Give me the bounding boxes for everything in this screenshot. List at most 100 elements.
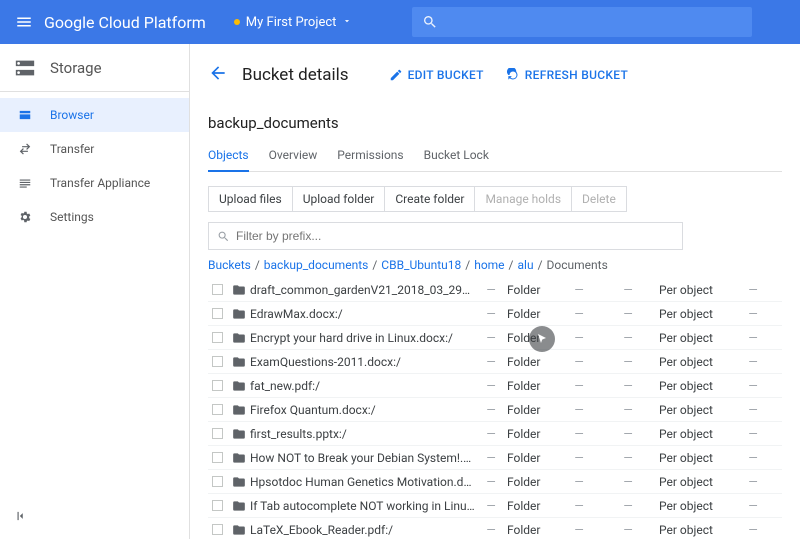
product-name: Google Cloud Platform — [44, 13, 206, 32]
object-type: Folder — [507, 379, 561, 393]
object-type: Folder — [507, 283, 561, 297]
folder-icon — [232, 523, 250, 537]
sidebar-item-label: Settings — [50, 210, 94, 224]
collapse-sidebar-icon[interactable] — [14, 509, 28, 527]
table-row: Encrypt your hard drive in Linux.docx:/—… — [208, 326, 782, 350]
search-box[interactable] — [412, 7, 752, 37]
table-row: first_results.pptx:/—Folder——Per object— — [208, 422, 782, 446]
object-toolbar: Upload filesUpload folderCreate folderMa… — [208, 186, 782, 212]
tab-objects[interactable]: Objects — [208, 140, 249, 172]
cell-dash: — — [561, 307, 597, 321]
table-row: EdrawMax.docx:/—Folder——Per object— — [208, 302, 782, 326]
cell-dash: — — [597, 451, 659, 465]
upload-files-button[interactable]: Upload files — [208, 186, 293, 212]
object-name[interactable]: fat_new.pdf:/ — [250, 379, 475, 393]
breadcrumb-link[interactable]: alu — [518, 258, 534, 272]
object-name[interactable]: Encrypt your hard drive in Linux.docx:/ — [250, 331, 475, 345]
tab-overview[interactable]: Overview — [269, 140, 318, 171]
storage-class: Per object — [659, 379, 739, 393]
object-table: draft_common_gardenV21_2018_03_29_JRS...… — [208, 278, 782, 539]
mouse-cursor-indicator — [529, 326, 555, 352]
filter-box[interactable] — [208, 222, 683, 250]
object-name[interactable]: Hpsotdoc Human Genetics Motivation.docx:… — [250, 475, 475, 489]
page-header: Bucket details EDIT BUCKET REFRESH BUCKE… — [208, 58, 782, 92]
project-selector[interactable]: My First Project — [234, 15, 353, 30]
object-name[interactable]: first_results.pptx:/ — [250, 427, 475, 441]
sidebar-item-transfer[interactable]: Transfer — [0, 132, 189, 166]
row-checkbox[interactable] — [212, 476, 232, 487]
upload-folder-button[interactable]: Upload folder — [292, 186, 386, 212]
cell-dash: — — [561, 331, 597, 345]
chevron-down-icon — [342, 15, 352, 30]
object-name[interactable]: EdrawMax.docx:/ — [250, 307, 475, 321]
cell-dash: — — [561, 403, 597, 417]
cell-dash: — — [475, 355, 507, 369]
sidebar-item-transfer-appliance[interactable]: Transfer Appliance — [0, 166, 189, 200]
pencil-icon — [389, 68, 403, 82]
row-checkbox[interactable] — [212, 524, 232, 535]
breadcrumb-link[interactable]: CBB_Ubuntu18 — [381, 258, 461, 272]
object-name[interactable]: How NOT to Break your Debian System!.doc… — [250, 451, 475, 465]
storage-class: Per object — [659, 355, 739, 369]
cell-dash: — — [561, 475, 597, 489]
object-type: Folder — [507, 451, 561, 465]
object-type: Folder — [507, 499, 561, 513]
object-type: Folder — [507, 523, 561, 537]
breadcrumb-link[interactable]: Buckets — [208, 258, 251, 272]
breadcrumb-separator: / — [372, 258, 377, 272]
breadcrumb-link[interactable]: backup_documents — [264, 258, 369, 272]
refresh-bucket-button[interactable]: REFRESH BUCKET — [506, 68, 628, 82]
object-type: Folder — [507, 355, 561, 369]
search-icon — [217, 230, 230, 243]
storage-class: Per object — [659, 427, 739, 441]
storage-class: Per object — [659, 523, 739, 537]
sidebar-item-browser[interactable]: Browser — [0, 98, 189, 132]
row-checkbox[interactable] — [212, 500, 232, 511]
row-checkbox[interactable] — [212, 308, 232, 319]
sidebar-item-settings[interactable]: Settings — [0, 200, 189, 234]
object-type: Folder — [507, 403, 561, 417]
object-name[interactable]: LaTeX_Ebook_Reader.pdf:/ — [250, 523, 475, 537]
cell-dash: — — [475, 499, 507, 513]
object-name[interactable]: Firefox Quantum.docx:/ — [250, 403, 475, 417]
row-checkbox[interactable] — [212, 356, 232, 367]
row-checkbox[interactable] — [212, 428, 232, 439]
cell-dash: — — [475, 331, 507, 345]
object-name[interactable]: ExamQuestions-2011.docx:/ — [250, 355, 475, 369]
cell-dash: — — [597, 475, 659, 489]
table-row: ExamQuestions-2011.docx:/—Folder——Per ob… — [208, 350, 782, 374]
storage-class: Per object — [659, 451, 739, 465]
object-name[interactable]: If Tab autocomplete NOT working in Linux… — [250, 499, 475, 513]
cell-dash: — — [739, 427, 767, 441]
row-checkbox[interactable] — [212, 332, 232, 343]
hamburger-menu-icon[interactable] — [8, 13, 40, 31]
filter-input[interactable] — [236, 229, 674, 243]
tab-bucket-lock[interactable]: Bucket Lock — [424, 140, 489, 171]
edit-bucket-button[interactable]: EDIT BUCKET — [389, 68, 484, 82]
row-checkbox[interactable] — [212, 284, 232, 295]
row-checkbox[interactable] — [212, 404, 232, 415]
cell-dash: — — [475, 379, 507, 393]
create-folder-button[interactable]: Create folder — [384, 186, 475, 212]
table-row: How NOT to Break your Debian System!.doc… — [208, 446, 782, 470]
folder-icon — [232, 475, 250, 489]
cell-dash: — — [475, 451, 507, 465]
sidebar-item-label: Browser — [50, 108, 94, 122]
cell-dash: — — [597, 307, 659, 321]
back-arrow-icon[interactable] — [208, 63, 228, 87]
cell-dash: — — [739, 451, 767, 465]
breadcrumb-link[interactable]: home — [474, 258, 504, 272]
row-checkbox[interactable] — [212, 452, 232, 463]
sidebar-item-label: Transfer — [50, 142, 94, 156]
row-checkbox[interactable] — [212, 380, 232, 391]
delete-button: Delete — [571, 186, 627, 212]
tab-permissions[interactable]: Permissions — [337, 140, 403, 171]
cell-dash: — — [597, 379, 659, 393]
object-name[interactable]: draft_common_gardenV21_2018_03_29_JRS... — [250, 283, 475, 297]
folder-icon — [232, 427, 250, 441]
breadcrumb-separator: / — [538, 258, 543, 272]
cell-dash: — — [561, 499, 597, 513]
table-row: Hpsotdoc Human Genetics Motivation.docx:… — [208, 470, 782, 494]
table-row: fat_new.pdf:/—Folder——Per object— — [208, 374, 782, 398]
breadcrumb-current: Documents — [547, 258, 608, 272]
